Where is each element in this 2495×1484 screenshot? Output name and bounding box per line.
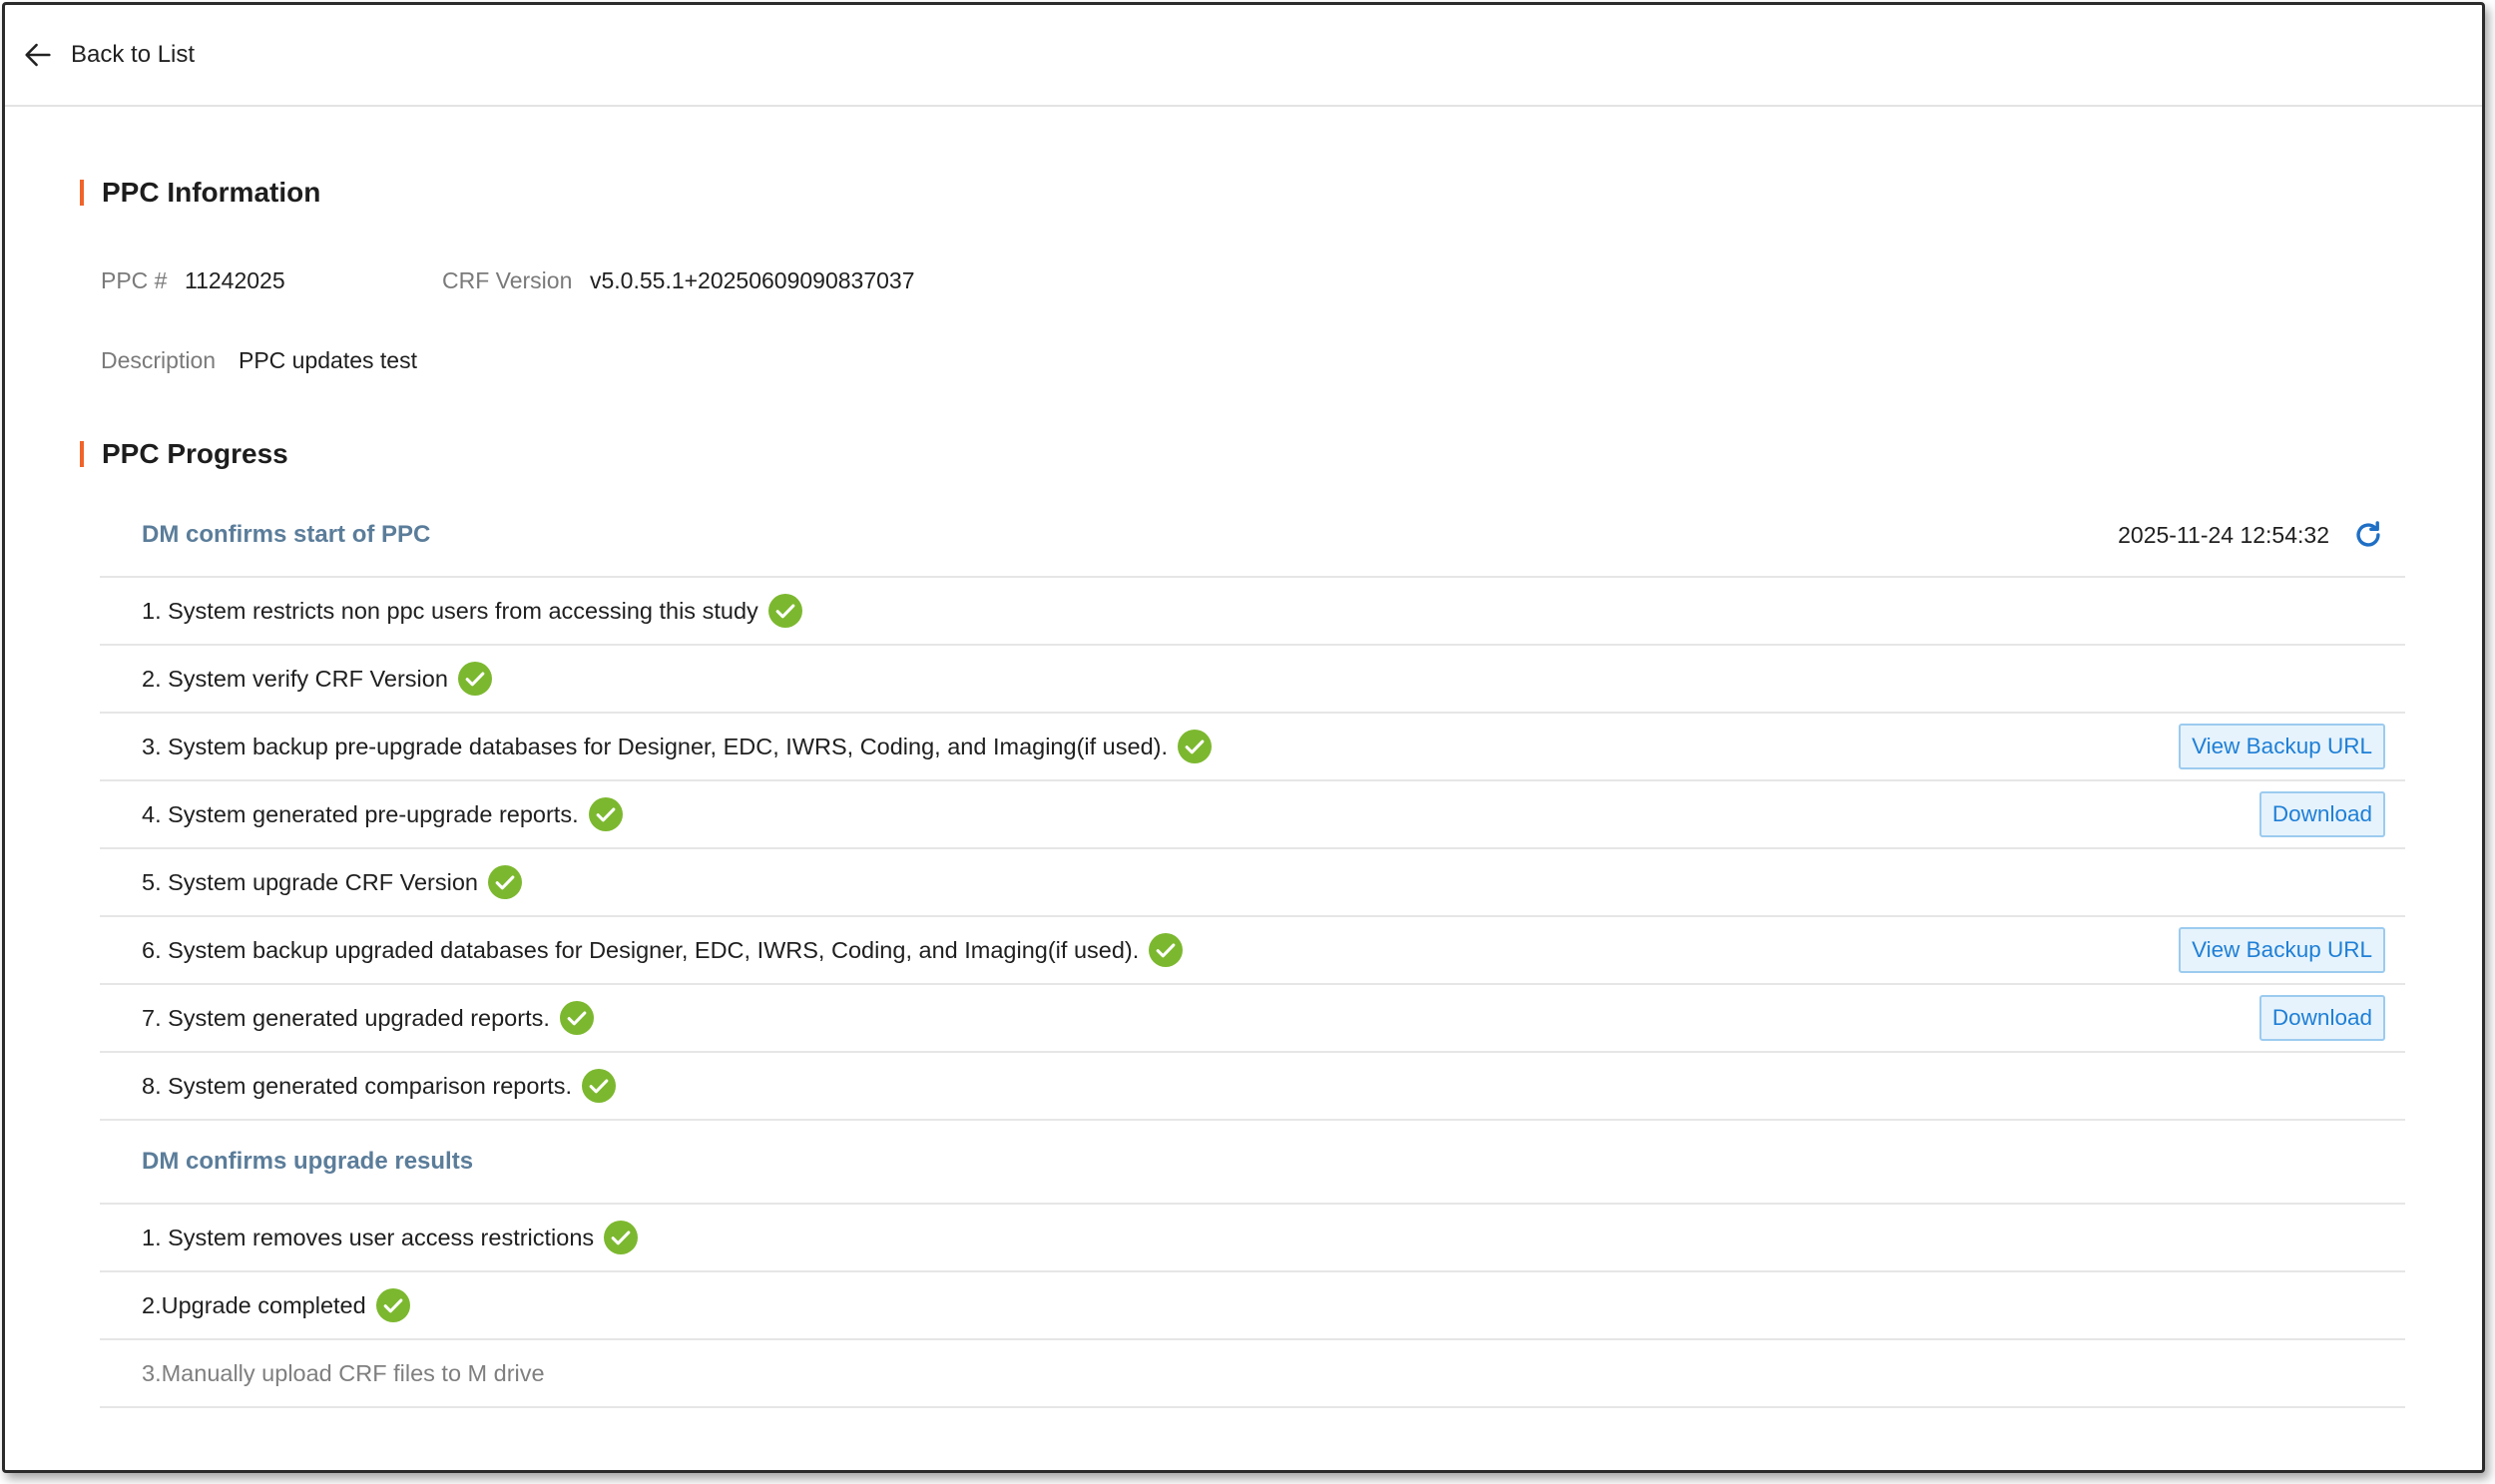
ppc-number-label: PPC #	[101, 267, 168, 293]
check-circle-icon	[582, 1069, 617, 1103]
check-circle-icon	[1178, 730, 1212, 763]
list-item: 1. System removes user access restrictio…	[100, 1205, 2405, 1272]
list-item: 3.Manually upload CRF files to M drive	[100, 1340, 2405, 1408]
timestamp: 2025-11-24 12:54:32	[2118, 521, 2329, 548]
section-accent-bar	[80, 441, 84, 467]
description-value: PPC updates test	[239, 347, 417, 373]
crf-version-label: CRF Version	[442, 267, 573, 293]
list-item: 2. System verify CRF Version	[100, 646, 2405, 714]
ppc-number-value: 11242025	[185, 267, 285, 293]
step-text: 7. System generated upgraded reports.	[142, 1004, 550, 1031]
list-item: 2.Upgrade completed	[100, 1272, 2405, 1340]
row-actions: View Backup URL	[2179, 917, 2385, 983]
back-to-list-label: Back to List	[71, 41, 196, 68]
list-item: 1. System restricts non ppc users from a…	[100, 578, 2405, 646]
back-to-list-button[interactable]: Back to List	[21, 38, 195, 72]
list-item: 8. System generated comparison reports.	[100, 1053, 2405, 1121]
app-window: Back to List PPC Information PPC # 11242…	[2, 2, 2485, 1473]
description-label: Description	[101, 347, 217, 373]
ppc-progress-list: DM confirms start of PPC 2025-11-24 12:5…	[100, 494, 2405, 1408]
group-title: DM confirms upgrade results	[142, 1148, 474, 1175]
step-text: 1. System restricts non ppc users from a…	[142, 597, 758, 624]
row-actions: Download	[2258, 985, 2385, 1051]
check-circle-icon	[457, 662, 492, 696]
step-text: 1. System removes user access restrictio…	[142, 1224, 595, 1250]
step-text: 6. System backup upgraded databases for …	[142, 936, 1140, 963]
step-text: 2.Upgrade completed	[142, 1291, 366, 1318]
check-circle-icon	[559, 1001, 594, 1035]
refresh-icon[interactable]	[2351, 518, 2385, 552]
group-title: DM confirms start of PPC	[142, 521, 431, 548]
section-accent-bar	[80, 180, 84, 206]
check-circle-icon	[767, 594, 802, 628]
check-circle-icon	[375, 1288, 410, 1322]
row-actions: View Backup URL	[2179, 714, 2385, 779]
view-backup-url-button[interactable]: View Backup URL	[2179, 724, 2385, 769]
check-circle-icon	[1149, 933, 1184, 967]
download-button[interactable]: Download	[2258, 995, 2385, 1041]
list-item: 3. System backup pre-upgrade databases f…	[100, 714, 2405, 781]
arrow-left-icon	[25, 43, 51, 67]
ppc-progress-title: PPC Progress	[102, 438, 288, 469]
row-actions: Download	[2258, 781, 2385, 847]
check-circle-icon	[488, 865, 522, 899]
step-text: 4. System generated pre-upgrade reports.	[142, 800, 579, 827]
list-item: 7. System generated upgraded reports. Do…	[100, 985, 2405, 1053]
download-button[interactable]: Download	[2258, 791, 2385, 837]
top-bar: Back to List	[5, 5, 2482, 107]
group-header-start: DM confirms start of PPC 2025-11-24 12:5…	[100, 494, 2405, 578]
step-text: 5. System upgrade CRF Version	[142, 868, 478, 895]
ppc-progress-heading: PPC Progress	[80, 438, 288, 470]
ppc-information-title: PPC Information	[102, 177, 321, 208]
list-item: 4. System generated pre-upgrade reports.…	[100, 781, 2405, 849]
step-text: 2. System verify CRF Version	[142, 665, 448, 692]
check-circle-icon	[604, 1221, 639, 1254]
list-item: 5. System upgrade CRF Version	[100, 849, 2405, 917]
group-header-right: 2025-11-24 12:54:32	[2118, 494, 2385, 576]
check-circle-icon	[588, 797, 623, 831]
ppc-information-heading: PPC Information	[80, 177, 320, 209]
view-backup-url-button[interactable]: View Backup URL	[2179, 927, 2385, 973]
step-text: 3.Manually upload CRF files to M drive	[142, 1359, 545, 1386]
group-header-results: DM confirms upgrade results	[100, 1121, 2405, 1205]
step-text: 3. System backup pre-upgrade databases f…	[142, 733, 1168, 759]
crf-version-value: v5.0.55.1+20250609090837037	[590, 267, 915, 293]
step-text: 8. System generated comparison reports.	[142, 1072, 573, 1099]
list-item: 6. System backup upgraded databases for …	[100, 917, 2405, 985]
